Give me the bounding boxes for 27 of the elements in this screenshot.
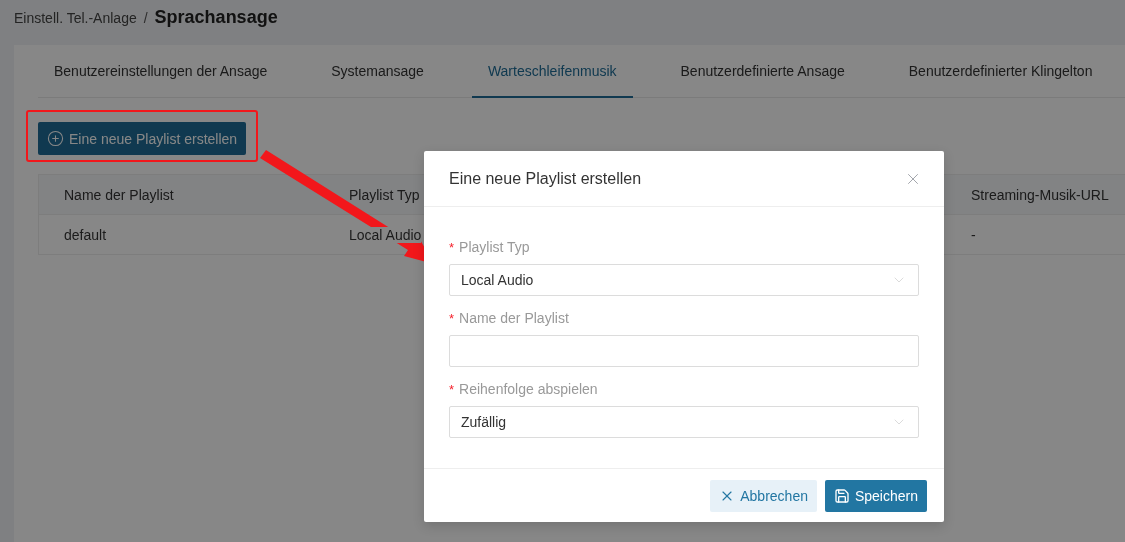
required-mark: * xyxy=(449,381,455,397)
save-button[interactable]: Speichern xyxy=(824,479,927,512)
column-header: Name der Playlist xyxy=(64,186,175,203)
cancel-button[interactable]: Abbrechen xyxy=(710,479,817,512)
table-cell: default xyxy=(64,226,107,243)
tab[interactable]: Benutzerdefinierter Klingelton xyxy=(892,45,1109,98)
tab[interactable]: Benutzereinstellungen der Ansage xyxy=(38,45,284,98)
plus-circle-icon xyxy=(47,130,64,147)
tab[interactable]: Systemansage xyxy=(315,45,440,98)
field-label: Name der Playlist xyxy=(459,310,569,326)
column-header: Playlist Typ xyxy=(349,186,421,203)
breadcrumb-separator: / xyxy=(143,10,148,26)
dialog-title: Eine neue Playlist erstellen xyxy=(449,169,642,188)
select-field[interactable]: Local Audio xyxy=(449,264,919,296)
field-label: Playlist Typ xyxy=(459,239,530,255)
tab[interactable]: Benutzerdefinierte Ansage xyxy=(664,45,861,98)
column-header: Streaming-Musik-URL xyxy=(971,186,1110,203)
tab[interactable]: Warteschleifenmusik xyxy=(471,45,633,98)
create-playlist-button[interactable]: Eine neue Playlist erstellen xyxy=(38,122,247,155)
page-title: Sprachansage xyxy=(154,7,278,28)
breadcrumb-link[interactable]: Einstell. Tel.-Anlage xyxy=(14,10,137,26)
required-mark: * xyxy=(449,310,455,326)
select-field[interactable]: Zufällig xyxy=(449,406,919,438)
input-field[interactable] xyxy=(449,335,919,367)
table-cell: Local Audio xyxy=(349,226,422,243)
field-label: Reihenfolge abspielen xyxy=(459,381,598,397)
required-mark: * xyxy=(449,239,455,255)
